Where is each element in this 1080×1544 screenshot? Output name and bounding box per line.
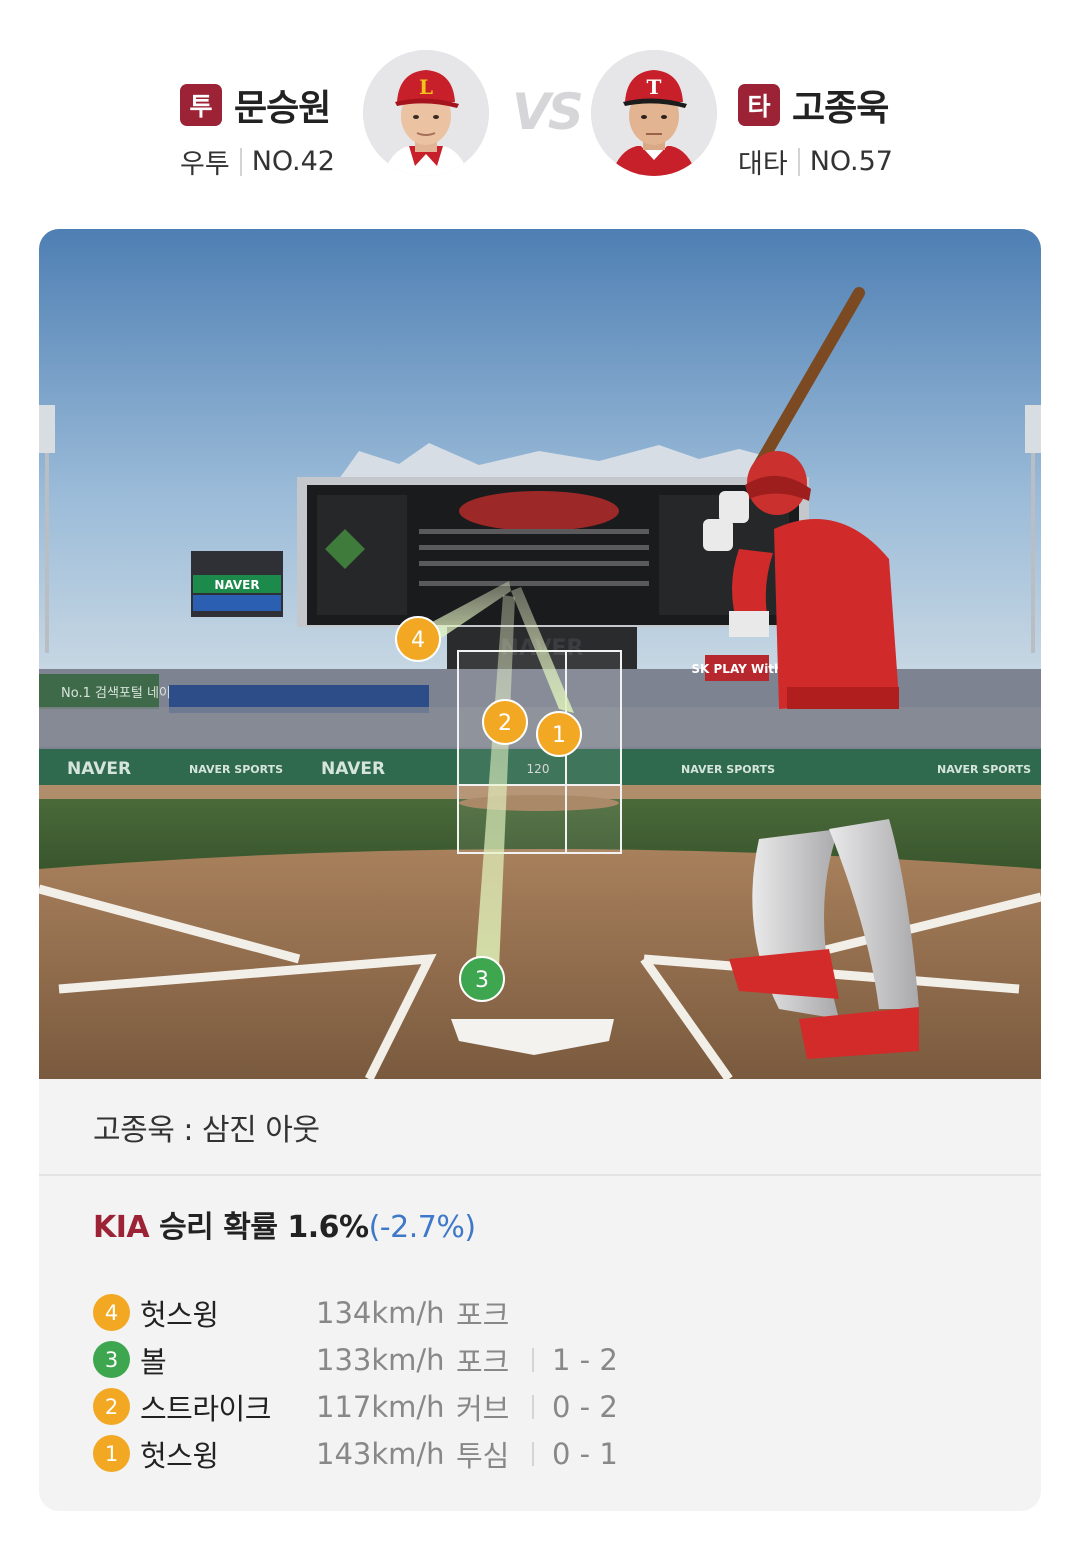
pitch-row[interactable]: 1 헛스윙 143km/h 투심 0 - 1 <box>93 1430 993 1477</box>
zone-speed-label: 120 <box>527 762 550 776</box>
section-divider <box>39 1174 1041 1176</box>
pitch-result: 볼 <box>140 1344 167 1379</box>
at-bat-result: 고종욱 : 삼진 아웃 <box>93 1113 320 1148</box>
pitcher-role-badge: 투 <box>180 84 222 126</box>
pitcher-avatar[interactable]: L <box>363 50 489 176</box>
wall-ad: NAVER SPORTS <box>681 763 775 776</box>
win-probability-team: KIA <box>93 1210 150 1245</box>
pitch-result: 스트라이크 <box>140 1391 271 1426</box>
svg-text:NAVER: NAVER <box>214 578 259 592</box>
pitch-marker-label: 3 <box>475 968 489 993</box>
matchup-header: 투 문승원 우투 NO.42 L VS T 타 고종욱 대타 NO.57 <box>0 0 1080 210</box>
stand-banner-text: No.1 검색포털 네이버 <box>61 686 183 701</box>
pitch-number-badge: 4 <box>93 1294 130 1331</box>
pitch-result: 헛스윙 <box>140 1297 219 1332</box>
wall-ad: NAVER <box>67 759 131 779</box>
pitch-count: 0 - 1 <box>552 1436 618 1471</box>
pitch-speed: 143km/h <box>316 1436 445 1471</box>
batter-hand: 대타 <box>738 149 788 180</box>
pitch-row[interactable]: 4 헛스윙 134km/h 포크 <box>93 1289 993 1336</box>
strike-zone <box>457 650 622 854</box>
pitch-number-badge: 3 <box>93 1341 130 1378</box>
batter-cap-letter: T <box>647 75 662 99</box>
pitch-marker-1[interactable]: 1 <box>536 711 582 757</box>
meta-divider <box>797 147 800 176</box>
pitch-type: 포크 <box>456 1344 510 1379</box>
pitch-count: 0 - 2 <box>552 1389 618 1424</box>
pitch-speed: 117km/h <box>316 1389 445 1424</box>
batter-role-badge: 타 <box>738 84 780 126</box>
pitch-row[interactable]: 3 볼 133km/h 포크 1 - 2 <box>93 1336 993 1383</box>
pitch-marker-label: 4 <box>411 628 425 653</box>
batter-name[interactable]: 고종욱 <box>792 79 889 131</box>
sponsor-sign-text: SK PLAY With <box>691 662 782 676</box>
wall-ad: NAVER SPORTS <box>937 763 1031 776</box>
pitch-type: 포크 <box>456 1297 510 1332</box>
pitch-divider <box>532 1441 534 1466</box>
win-probability: KIA 승리 확률 1.6%(-2.7%) <box>93 1202 476 1246</box>
pitch-type: 투심 <box>456 1438 510 1473</box>
pitch-number-badge: 2 <box>93 1388 130 1425</box>
pitcher-number: NO.42 <box>251 146 335 177</box>
batter-number: NO.57 <box>809 146 893 177</box>
pitcher-cap-letter: L <box>419 75 433 99</box>
pitcher-info: 투 문승원 우투 NO.42 <box>180 80 335 181</box>
pitch-speed: 134km/h <box>316 1295 445 1330</box>
pitcher-hand: 우투 <box>180 149 230 180</box>
batter-avatar[interactable]: T <box>591 50 717 176</box>
pitch-row[interactable]: 2 스트라이크 117km/h 커브 0 - 2 <box>93 1383 993 1430</box>
pitch-count: 1 - 2 <box>552 1342 618 1377</box>
pitch-relay-card: NAVER NAVER No.1 검색포털 네이버 SK PLAY With N… <box>39 229 1041 1511</box>
pitch-marker-3[interactable]: 3 <box>459 956 505 1002</box>
win-probability-value: 승리 확률 1.6% <box>149 1210 369 1245</box>
wall-ad: NAVER SPORTS <box>189 763 283 776</box>
pitch-location-field[interactable]: NAVER NAVER No.1 검색포털 네이버 SK PLAY With N… <box>39 229 1041 1079</box>
vs-label: VS <box>512 83 584 141</box>
pitch-marker-label: 1 <box>552 723 566 748</box>
pitch-result: 헛스윙 <box>140 1438 219 1473</box>
pitch-number-badge: 1 <box>93 1435 130 1472</box>
pitcher-name[interactable]: 문승원 <box>234 79 331 131</box>
pitch-marker-label: 2 <box>498 711 512 736</box>
wall-ad: NAVER <box>321 759 385 779</box>
pitch-marker-2[interactable]: 2 <box>482 699 528 745</box>
pitch-speed: 133km/h <box>316 1342 445 1377</box>
pitch-list: 4 헛스윙 134km/h 포크 3 볼 133km/h 포크 1 - 2 2 … <box>93 1289 993 1477</box>
meta-divider <box>239 147 242 176</box>
pitch-divider <box>532 1347 534 1372</box>
batter-info: 타 고종욱 대타 NO.57 <box>738 80 893 181</box>
left-billboard: NAVER <box>191 551 283 617</box>
pitch-divider <box>532 1394 534 1419</box>
pitch-marker-4[interactable]: 4 <box>395 616 441 662</box>
win-probability-delta: (-2.7%) <box>368 1210 476 1245</box>
pitch-type: 커브 <box>456 1391 510 1426</box>
